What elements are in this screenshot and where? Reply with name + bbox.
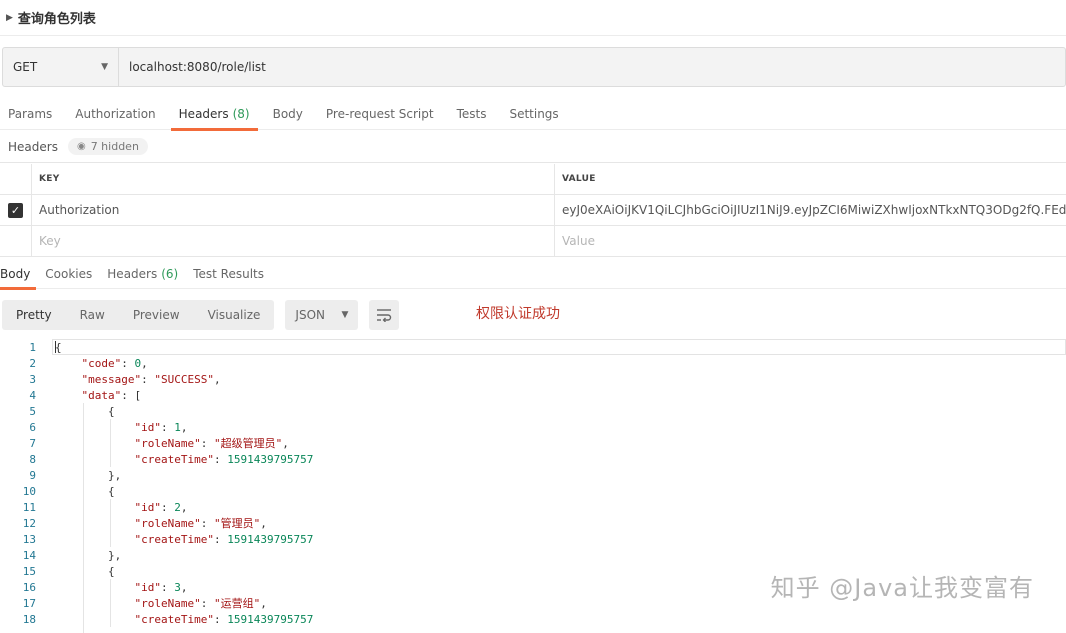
method-select[interactable]: GET ▼	[3, 48, 119, 86]
eye-icon: ◉	[76, 141, 86, 152]
headers-table: KEY VALUE ✓ Authorization eyJ0eXAiOiJKV1…	[0, 164, 1066, 257]
request-name[interactable]: 查询角色列表	[18, 8, 96, 27]
wrap-lines-icon	[377, 309, 392, 322]
header-value-input[interactable]: eyJ0eXAiOiJKV1QiLCJhbGciOiJIUzI1NiJ9.eyJ…	[555, 195, 1066, 225]
value-column-header: VALUE	[562, 174, 596, 184]
tab-params[interactable]: Params	[0, 98, 60, 130]
code-line: 14 },	[22, 548, 122, 562]
request-tabs: Params Authorization Headers (8) Body Pre…	[0, 98, 1066, 131]
preview-button[interactable]: Preview	[119, 300, 194, 330]
chevron-down-icon: ▼	[341, 310, 349, 320]
table-row-empty: Key Value	[0, 226, 1066, 257]
code-line: 10 {	[22, 484, 115, 498]
code-line: 8 "createTime": 1591439795757	[29, 452, 314, 466]
tab-authorization[interactable]: Authorization	[67, 98, 163, 130]
table-header-row: KEY VALUE	[0, 164, 1066, 195]
chevron-down-icon: ▼	[101, 62, 108, 72]
code-line: 6 "id": 1,	[29, 420, 188, 434]
header-enabled-checkbox[interactable]: ✓	[8, 202, 23, 218]
hidden-headers-toggle[interactable]: ◉ 7 hidden	[67, 138, 148, 155]
response-toolbar: Pretty Raw Preview Visualize JSON ▼	[2, 300, 400, 330]
code-line: 7 "roleName": "超级管理员",	[29, 436, 289, 451]
tab-test-results[interactable]: Test Results	[193, 258, 270, 289]
headers-count: (8)	[232, 107, 250, 121]
new-value-input[interactable]: Value	[555, 226, 1066, 256]
code-line: 11 "id": 2,	[22, 500, 188, 514]
code-line: 9 },	[29, 468, 122, 482]
pretty-button[interactable]: Pretty	[2, 300, 66, 330]
code-line: 1{	[29, 340, 62, 354]
url-bar: GET ▼ localhost:8080/role/list	[2, 47, 1066, 87]
tab-cookies[interactable]: Cookies	[45, 258, 98, 289]
header-key-input[interactable]: Authorization	[32, 195, 555, 225]
format-select[interactable]: JSON ▼	[285, 300, 359, 330]
code-line: 3 "message": "SUCCESS",	[29, 372, 221, 386]
code-line: 4 "data": [	[29, 388, 142, 402]
tab-pre-request-script[interactable]: Pre-request Script	[318, 98, 442, 130]
watermark: 知乎 @Java让我变富有	[770, 574, 1034, 602]
headers-label: Headers	[8, 139, 58, 154]
code-line: 12 "roleName": "管理员",	[22, 516, 267, 531]
headers-section: Headers ◉ 7 hidden	[0, 131, 1066, 163]
code-line: 18 "createTime": 1591439795757	[22, 612, 314, 626]
response-tabs: Body Cookies Headers (6) Test Results	[0, 258, 1066, 290]
annotation-text: 权限认证成功	[476, 306, 560, 322]
code-line: 5 {	[29, 404, 115, 418]
tab-headers[interactable]: Headers (8)	[170, 98, 258, 131]
tab-response-headers[interactable]: Headers (6)	[107, 258, 184, 289]
expand-caret-icon[interactable]: ▶	[6, 13, 13, 23]
request-title-bar: ▶ 查询角色列表	[0, 0, 1066, 36]
code-line: 13 "createTime": 1591439795757	[22, 532, 314, 546]
key-column-header: KEY	[32, 164, 555, 194]
url-input[interactable]: localhost:8080/role/list	[119, 48, 1065, 86]
tab-settings[interactable]: Settings	[501, 98, 566, 130]
wrap-lines-button[interactable]	[369, 300, 400, 330]
table-row: ✓ Authorization eyJ0eXAiOiJKV1QiLCJhbGci…	[0, 195, 1066, 226]
response-headers-count: (6)	[161, 266, 179, 281]
visualize-button[interactable]: Visualize	[194, 300, 275, 330]
tab-body[interactable]: Body	[265, 98, 311, 130]
tab-response-body[interactable]: Body	[0, 258, 37, 290]
code-line: 2 "code": 0,	[29, 356, 148, 370]
tab-tests[interactable]: Tests	[449, 98, 495, 130]
view-mode-segment: Pretty Raw Preview Visualize	[2, 300, 275, 330]
method-label: GET	[13, 60, 38, 74]
new-key-input[interactable]: Key	[32, 226, 555, 256]
raw-button[interactable]: Raw	[66, 300, 119, 330]
